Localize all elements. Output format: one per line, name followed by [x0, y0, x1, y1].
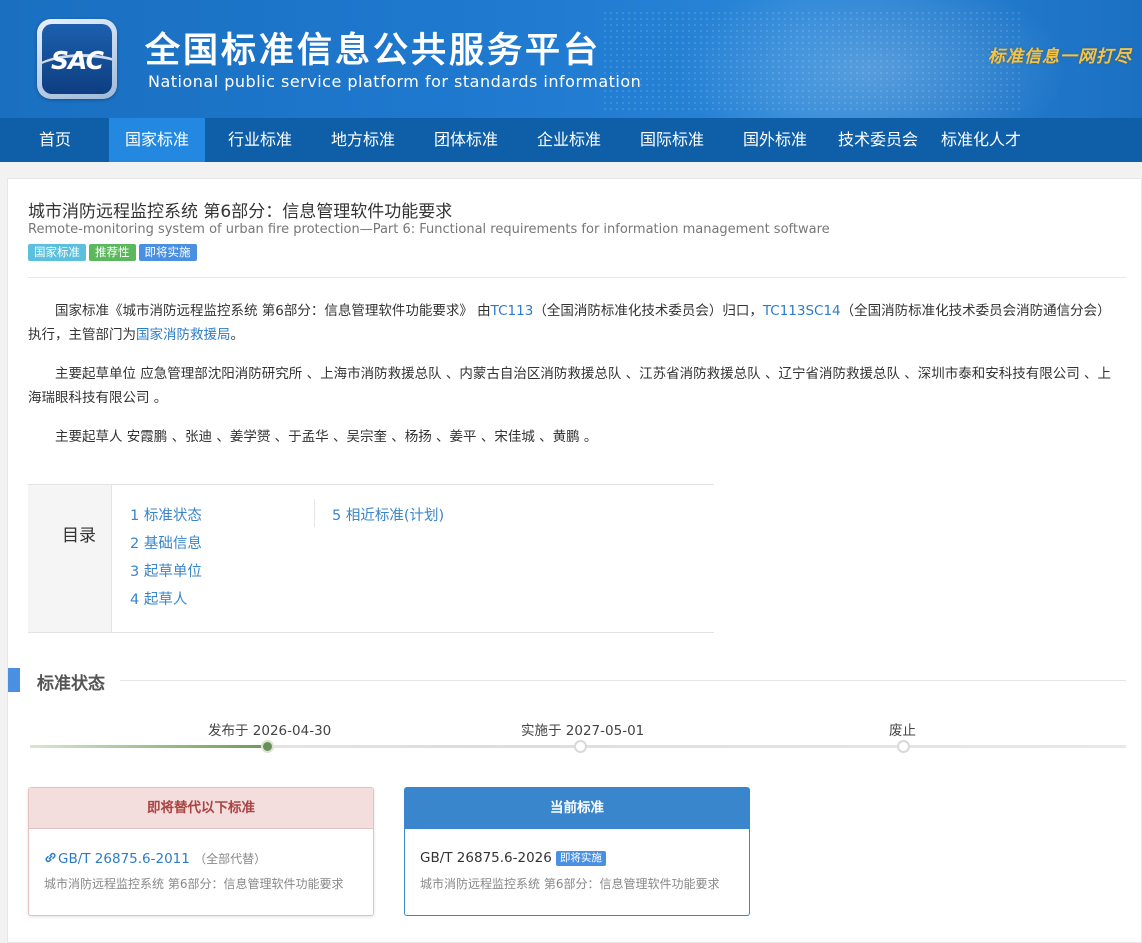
logo-inner: SAC [42, 24, 112, 94]
tc113-link[interactable]: TC113 [491, 303, 534, 319]
toc-label-cell: 目录 [28, 485, 112, 632]
nav-international-standards[interactable]: 国际标准 [624, 118, 720, 162]
nav-enterprise-standards[interactable]: 企业标准 [521, 118, 617, 162]
main-nav: 首页 国家标准 行业标准 地方标准 团体标准 企业标准 国际标准 国外标准 技术… [0, 118, 1142, 162]
timeline-label-abolished: 废止 [889, 723, 916, 739]
toc-item-basic-info[interactable]: 2 基础信息 [130, 532, 202, 553]
replaced-standard-box: 即将替代以下标准 GB/T 26875.6-2011 （全部代替） 城市消防远程… [28, 787, 374, 916]
link-icon [44, 851, 57, 864]
tag-recommended: 推荐性 [89, 244, 136, 261]
nav-national-standards[interactable]: 国家标准 [109, 118, 205, 162]
replaced-box-header: 即将替代以下标准 [29, 788, 373, 829]
intro-text-b: （全国消防标准化技术委员会）归口， [533, 303, 763, 319]
standard-title-cn: 城市消防远程监控系统 第6部分：信息管理软件功能要求 [28, 202, 453, 222]
site-header: SAC 全国标准信息公共服务平台 National public service… [0, 0, 1142, 118]
replaced-standard-desc: 城市消防远程监控系统 第6部分：信息管理软件功能要求 [44, 877, 344, 891]
current-standard-row: GB/T 26875.6-2026 即将实施 [420, 850, 606, 866]
drafting-units-paragraph: 主要起草单位 应急管理部沈阳消防研究所 、上海市消防救援总队 、内蒙古自治区消防… [28, 366, 1112, 406]
replaced-standard-row: GB/T 26875.6-2011 （全部代替） [44, 850, 266, 867]
nav-industry-standards[interactable]: 行业标准 [212, 118, 308, 162]
timeline-dot-abolished [897, 740, 910, 753]
intro-text-end: 。 [230, 327, 245, 343]
intro-text-a: 国家标准《城市消防远程监控系统 第6部分：信息管理软件功能要求》 由 [55, 303, 491, 319]
current-standard-desc: 城市消防远程监控系统 第6部分：信息管理软件功能要求 [420, 877, 720, 891]
tag-upcoming: 即将实施 [138, 244, 197, 261]
timeline-progress [30, 745, 268, 748]
toc-label: 目录 [62, 526, 96, 546]
header-map-pattern [602, 10, 1022, 110]
section-title-status: 标准状态 [37, 674, 105, 694]
tc113sc14-link[interactable]: TC113SC14 [763, 303, 841, 319]
standard-tags: 国家标准 推荐性 即将实施 [28, 244, 200, 262]
toc-item-drafting-units[interactable]: 3 起草单位 [130, 560, 202, 581]
timeline-dot-published [261, 740, 274, 753]
timeline-label-published: 发布于 2026-04-30 [208, 723, 332, 739]
intro-paragraph-1: 国家标准《城市消防远程监控系统 第6部分：信息管理软件功能要求》 由TC113（… [28, 299, 1116, 347]
tag-national-standard: 国家标准 [28, 244, 86, 261]
site-title: 全国标准信息公共服务平台 [145, 31, 602, 71]
slogan: 标准信息一网打尽 [988, 47, 1132, 67]
toc-item-status[interactable]: 1 标准状态 [130, 504, 202, 525]
toc-item-drafters[interactable]: 4 起草人 [130, 588, 187, 609]
section-divider [120, 680, 1126, 681]
department-link[interactable]: 国家消防救援局 [136, 327, 231, 343]
nav-foreign-standards[interactable]: 国外标准 [727, 118, 823, 162]
standard-title-en: Remote-monitoring system of urban fire p… [28, 222, 830, 237]
current-standard-number: GB/T 26875.6-2026 [420, 850, 552, 866]
nav-standardization-talent[interactable]: 标准化人才 [929, 118, 1033, 162]
nav-local-standards[interactable]: 地方标准 [315, 118, 411, 162]
current-standard-box: 当前标准 GB/T 26875.6-2026 即将实施 城市消防远程监控系统 第6… [404, 787, 750, 916]
title-divider [28, 277, 1126, 278]
nav-technical-committees[interactable]: 技术委员会 [830, 118, 926, 162]
nav-group-standards[interactable]: 团体标准 [418, 118, 514, 162]
sac-logo[interactable]: SAC [37, 19, 117, 99]
standard-detail-card: 城市消防远程监控系统 第6部分：信息管理软件功能要求 Remote-monito… [7, 178, 1142, 943]
drafters-paragraph: 主要起草人 安霞鹏 、张迪 、姜学赟 、于孟华 、吴宗奎 、杨扬 、姜平 、宋佳… [55, 429, 598, 445]
section-marker [8, 668, 20, 692]
table-of-contents: 目录 1 标准状态 2 基础信息 3 起草单位 4 起草人 5 相近标准(计划) [28, 484, 714, 633]
replaced-standard-link[interactable]: GB/T 26875.6-2011 [58, 851, 190, 867]
nav-home[interactable]: 首页 [20, 118, 90, 162]
replace-scope: （全部代替） [194, 852, 267, 866]
timeline-label-effective: 实施于 2027-05-01 [521, 723, 645, 739]
upcoming-badge: 即将实施 [555, 851, 606, 866]
current-box-header: 当前标准 [405, 788, 749, 829]
toc-separator [314, 499, 315, 527]
logo-text: SAC [51, 46, 104, 75]
site-subtitle: National public service platform for sta… [148, 72, 642, 91]
timeline-dot-effective [574, 740, 587, 753]
toc-item-similar-standards[interactable]: 5 相近标准(计划) [332, 504, 444, 525]
